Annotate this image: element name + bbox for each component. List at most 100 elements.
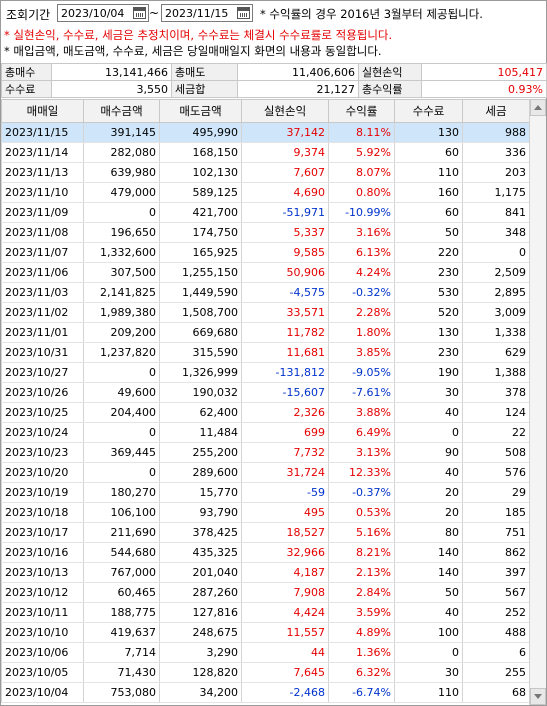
row-return-rate: 8.21%: [328, 542, 395, 563]
row-return-rate: -6.74%: [328, 682, 395, 703]
row-date: 2023/10/23: [1, 442, 84, 463]
col-header-date[interactable]: 매매일: [1, 99, 84, 123]
col-header-sell-amount[interactable]: 매도금액: [159, 99, 242, 123]
row-tax: 252: [462, 602, 529, 623]
table-row[interactable]: 2023/10/19 180,270 15,770 -59 -0.37% 20 29: [1, 482, 529, 503]
table-row[interactable]: 2023/10/05 71,430 128,820 7,645 6.32% 30 255: [1, 662, 529, 683]
notice-same-as-daily: * 매입금액, 매도금액, 수수료, 세금은 당일매매일지 화면의 내용과 동일…: [4, 44, 382, 58]
row-return-rate: 3.88%: [328, 402, 395, 423]
col-header-realized-pnl[interactable]: 실현손익: [241, 99, 329, 123]
table-row[interactable]: 2023/10/13 767,000 201,040 4,187 2.13% 140 397: [1, 562, 529, 583]
row-sell-amount: 201,040: [159, 562, 242, 583]
row-buy-amount: 188,775: [83, 602, 160, 623]
table-row[interactable]: 2023/10/23 369,445 255,200 7,732 3.13% 90 508: [1, 442, 529, 463]
row-tax: 336: [462, 142, 529, 163]
filter-bar: 조회기간 2023/10/04 ~ 2023/11/15 * 수익률의 경우 2…: [1, 1, 546, 25]
row-buy-amount: 419,637: [83, 622, 160, 643]
row-date: 2023/10/18: [1, 502, 84, 523]
row-date: 2023/10/24: [1, 422, 84, 443]
table-row[interactable]: 2023/10/20 0 289,600 31,724 12.33% 40 576: [1, 462, 529, 483]
row-buy-amount: 1,989,380: [83, 302, 160, 323]
row-buy-amount: 0: [83, 462, 160, 483]
row-fee: 130: [394, 322, 463, 343]
row-fee: 110: [394, 162, 463, 183]
row-tax: 1,175: [462, 182, 529, 203]
row-buy-amount: 1,332,600: [83, 242, 160, 263]
row-tax: 576: [462, 462, 529, 483]
row-tax: 68: [462, 682, 529, 703]
col-header-return-rate[interactable]: 수익률: [328, 99, 395, 123]
row-date: 2023/10/10: [1, 622, 84, 643]
table-row[interactable]: 2023/10/06 7,714 3,290 44 1.36% 0 6: [1, 642, 529, 663]
row-sell-amount: 495,990: [159, 122, 242, 143]
end-date-field[interactable]: 2023/11/15: [161, 4, 253, 22]
row-date: 2023/10/26: [1, 382, 84, 403]
trade-grid[interactable]: 매매일 매수금액 매도금액 실현손익 수익률 수수료 세금 2023/11/15…: [1, 99, 529, 705]
table-row[interactable]: 2023/11/09 0 421,700 -51,971 -10.99% 60 841: [1, 202, 529, 223]
table-row[interactable]: 2023/10/04 753,080 34,200 -2,468 -6.74% 110 68: [1, 682, 529, 703]
notice-estimate: * 실현손익, 수수료, 세금은 추정치이며, 수수료는 체결시 수수료률로 적…: [4, 28, 393, 42]
table-row[interactable]: 2023/10/10 419,637 248,675 11,557 4.89% 100 48…: [1, 622, 529, 643]
calendar-icon[interactable]: [133, 7, 146, 19]
row-date: 2023/11/09: [1, 202, 84, 223]
row-buy-amount: 369,445: [83, 442, 160, 463]
calendar-icon[interactable]: [237, 7, 250, 19]
table-row[interactable]: 2023/11/02 1,989,380 1,508,700 33,571 2.28% 5…: [1, 302, 529, 323]
table-row[interactable]: 2023/11/08 196,650 174,750 5,337 3.16% 50 348: [1, 222, 529, 243]
tax-label: 세금합: [171, 80, 238, 98]
table-row[interactable]: 2023/11/15 391,145 495,990 37,142 8.11% 130 98…: [1, 122, 529, 143]
table-row[interactable]: 2023/11/07 1,332,600 165,925 9,585 6.13% 220 0: [1, 242, 529, 263]
col-header-fee[interactable]: 수수료: [394, 99, 463, 123]
table-row[interactable]: 2023/11/13 639,980 102,130 7,607 8.07% 110 203: [1, 162, 529, 183]
table-row[interactable]: 2023/10/18 106,100 93,790 495 0.53% 20 185: [1, 502, 529, 523]
row-return-rate: 0.53%: [328, 502, 395, 523]
scroll-up-arrow-icon[interactable]: [530, 99, 546, 116]
table-row[interactable]: 2023/11/06 307,500 1,255,150 50,906 4.24% 230…: [1, 262, 529, 283]
table-row[interactable]: 2023/11/03 2,141,825 1,449,590 -4,575 -0.32%…: [1, 282, 529, 303]
fee-value: 3,550: [51, 80, 172, 98]
row-sell-amount: 315,590: [159, 342, 242, 363]
row-date: 2023/11/08: [1, 222, 84, 243]
row-sell-amount: 589,125: [159, 182, 242, 203]
table-row[interactable]: 2023/11/01 209,200 669,680 11,782 1.80% 130 1,…: [1, 322, 529, 343]
row-buy-amount: 49,600: [83, 382, 160, 403]
row-date: 2023/10/11: [1, 602, 84, 623]
row-fee: 110: [394, 682, 463, 703]
table-row[interactable]: 2023/10/11 188,775 127,816 4,424 3.59% 40 252: [1, 602, 529, 623]
realized-pnl-value: 105,417: [421, 63, 547, 81]
table-row[interactable]: 2023/10/24 0 11,484 699 6.49% 0 22: [1, 422, 529, 443]
row-fee: 90: [394, 442, 463, 463]
row-return-rate: 4.24%: [328, 262, 395, 283]
row-date: 2023/10/13: [1, 562, 84, 583]
row-realized-pnl: -131,812: [241, 362, 329, 383]
row-realized-pnl: 50,906: [241, 262, 329, 283]
table-row[interactable]: 2023/10/17 211,690 378,425 18,527 5.16% 80 751: [1, 522, 529, 543]
row-tax: 255: [462, 662, 529, 683]
row-realized-pnl: 9,585: [241, 242, 329, 263]
row-tax: 508: [462, 442, 529, 463]
table-row[interactable]: 2023/11/14 282,080 168,150 9,374 5.92% 60 336: [1, 142, 529, 163]
table-row[interactable]: 2023/10/26 49,600 190,032 -15,607 -7.61% 30 37…: [1, 382, 529, 403]
row-sell-amount: 165,925: [159, 242, 242, 263]
realized-pnl-label: 실현손익: [358, 63, 422, 81]
row-realized-pnl: 11,782: [241, 322, 329, 343]
scroll-down-arrow-icon[interactable]: [530, 688, 546, 705]
start-date-field[interactable]: 2023/10/04: [57, 4, 149, 22]
row-fee: 80: [394, 522, 463, 543]
table-row[interactable]: 2023/10/31 1,237,820 315,590 11,681 3.85% 230…: [1, 342, 529, 363]
table-row[interactable]: 2023/10/25 204,400 62,400 2,326 3.88% 40 124: [1, 402, 529, 423]
row-buy-amount: 60,465: [83, 582, 160, 603]
vertical-scrollbar[interactable]: [529, 99, 546, 705]
row-tax: 124: [462, 402, 529, 423]
table-row[interactable]: 2023/10/27 0 1,326,999 -131,812 -9.05% 190 1,3…: [1, 362, 529, 383]
row-tax: 22: [462, 422, 529, 443]
table-row[interactable]: 2023/11/10 479,000 589,125 4,690 0.80% 160 1,1…: [1, 182, 529, 203]
row-fee: 190: [394, 362, 463, 383]
row-buy-amount: 0: [83, 422, 160, 443]
col-header-buy-amount[interactable]: 매수금액: [83, 99, 160, 123]
table-row[interactable]: 2023/10/12 60,465 287,260 7,908 2.84% 50 567: [1, 582, 529, 603]
col-header-tax[interactable]: 세금: [462, 99, 529, 123]
row-sell-amount: 1,449,590: [159, 282, 242, 303]
row-sell-amount: 255,200: [159, 442, 242, 463]
table-row[interactable]: 2023/10/16 544,680 435,325 32,966 8.21% 140 86…: [1, 542, 529, 563]
